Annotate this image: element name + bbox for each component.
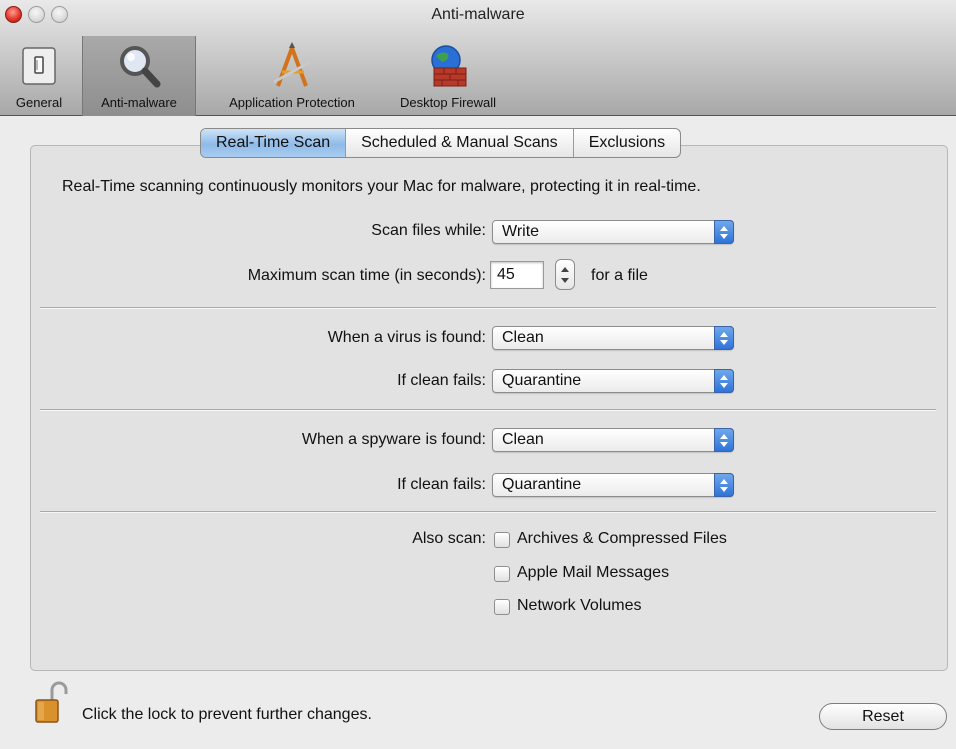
also-scan-label: Also scan:: [412, 530, 486, 547]
magnifier-icon: [120, 46, 161, 88]
scan-files-while-label: Scan files while:: [371, 222, 486, 239]
reset-button[interactable]: Reset: [819, 703, 947, 730]
toolbar-item-desktop-firewall[interactable]: Desktop Firewall: [386, 36, 510, 116]
divider: [40, 511, 936, 513]
archives-checkbox[interactable]: [494, 532, 510, 548]
popup-arrows-icon: [714, 473, 734, 497]
max-scan-time-stepper[interactable]: [555, 259, 575, 290]
max-scan-time-label: Maximum scan time (in seconds):: [247, 267, 486, 284]
spyware-found-popup[interactable]: Clean: [492, 428, 734, 452]
switch-icon: [22, 47, 56, 85]
lock-status-text: Click the lock to prevent further change…: [82, 706, 372, 723]
virus-clean-fails-popup[interactable]: Quarantine: [492, 369, 734, 393]
toolbar-label-desktop-firewall: Desktop Firewall: [399, 95, 497, 110]
popup-arrows-icon: [714, 428, 734, 452]
toolbar-item-general[interactable]: General: [6, 36, 72, 116]
virus-clean-fails-label: If clean fails:: [397, 372, 486, 389]
window-toolbar: Anti-malware General Anti-malware Applic…: [0, 0, 956, 116]
scan-files-while-popup[interactable]: Write: [492, 220, 734, 244]
popup-arrows-icon: [714, 326, 734, 350]
toolbar-label-anti-malware: Anti-malware: [101, 95, 177, 110]
spyware-found-label: When a spyware is found:: [301, 431, 486, 448]
virus-found-value: Clean: [502, 329, 544, 346]
archives-checkbox-label[interactable]: Archives & Compressed Files: [517, 530, 727, 548]
virus-clean-fails-value: Quarantine: [502, 372, 582, 389]
divider: [40, 307, 936, 309]
description-text: Real-Time scanning continuously monitors…: [62, 178, 701, 195]
app-protection-icon: [273, 42, 311, 87]
firewall-globe-icon: [431, 45, 467, 87]
divider: [40, 409, 936, 411]
max-scan-time-suffix: for a file: [591, 267, 648, 284]
popup-arrows-icon: [714, 369, 734, 393]
tab-scheduled-manual-scans[interactable]: Scheduled & Manual Scans: [346, 129, 574, 157]
spyware-found-value: Clean: [502, 431, 544, 448]
virus-found-popup[interactable]: Clean: [492, 326, 734, 350]
unlocked-padlock-icon[interactable]: [34, 680, 68, 724]
spyware-clean-fails-value: Quarantine: [502, 476, 582, 493]
network-volumes-checkbox-label[interactable]: Network Volumes: [517, 597, 642, 615]
spyware-clean-fails-label: If clean fails:: [397, 476, 486, 493]
preferences-window: Anti-malware General Anti-malware Applic…: [0, 0, 956, 749]
apple-mail-checkbox-label[interactable]: Apple Mail Messages: [517, 564, 669, 582]
popup-arrows-icon: [714, 220, 734, 244]
settings-panel: [30, 145, 948, 671]
max-scan-time-field[interactable]: 45: [490, 261, 544, 289]
window-title: Anti-malware: [431, 6, 525, 23]
network-volumes-checkbox[interactable]: [494, 599, 510, 615]
scan-files-while-value: Write: [502, 223, 540, 240]
toolbar-label-application-protection: Application Protection: [229, 95, 355, 110]
virus-found-label: When a virus is found:: [327, 329, 486, 346]
toolbar-label-general: General: [15, 95, 63, 110]
tab-exclusions[interactable]: Exclusions: [574, 129, 680, 157]
apple-mail-checkbox[interactable]: [494, 566, 510, 582]
spyware-clean-fails-popup[interactable]: Quarantine: [492, 473, 734, 497]
toolbar-item-application-protection[interactable]: Application Protection: [206, 36, 378, 116]
toolbar-item-anti-malware[interactable]: Anti-malware: [82, 36, 196, 116]
tab-real-time-scan[interactable]: Real-Time Scan: [201, 129, 347, 157]
tab-bar: Real-Time Scan Scheduled & Manual Scans …: [200, 128, 682, 158]
